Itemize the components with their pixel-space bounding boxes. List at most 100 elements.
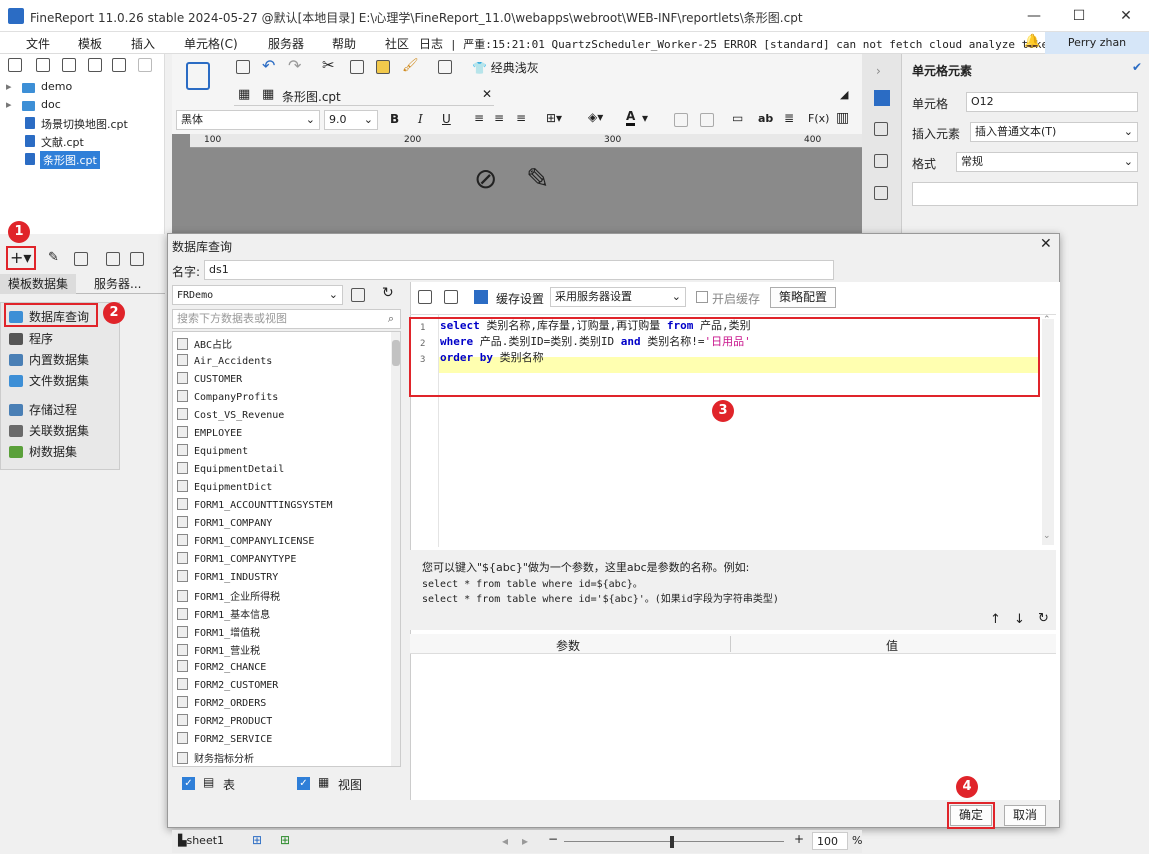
condition-icon[interactable] <box>874 186 888 200</box>
edit-cell-icon[interactable]: ✎ <box>526 162 549 195</box>
open-icon[interactable] <box>36 58 50 72</box>
zoom-in-icon[interactable]: + <box>794 832 804 846</box>
table-list-scrollbar[interactable] <box>392 340 400 366</box>
find-icon[interactable] <box>438 60 452 74</box>
unmerge-icon[interactable] <box>700 113 714 127</box>
table-item[interactable]: Cost_VS_Revenue <box>177 408 284 421</box>
table-item[interactable]: ABC占比 <box>177 336 232 351</box>
table-item[interactable]: FORM2_CUSTOMER <box>177 678 278 691</box>
table-item[interactable]: EquipmentDetail <box>177 462 284 475</box>
table-checkbox[interactable]: ✓ <box>182 777 195 790</box>
sql-scrollbar[interactable] <box>1042 319 1054 545</box>
add-sheet-icon[interactable]: ⊞ <box>252 833 262 847</box>
tree-item-scene-map[interactable]: 场景切换地图.cpt <box>41 116 128 132</box>
sheet-tab[interactable]: ▙sheet1 <box>178 834 224 847</box>
menu-server[interactable]: 服务器 <box>268 35 304 52</box>
menu-item-builtin[interactable]: 内置数据集 <box>9 351 89 368</box>
strategy-button[interactable]: 策略配置 <box>770 287 836 308</box>
formula-icon[interactable]: F(x) <box>808 112 829 125</box>
table-item[interactable]: EMPLOYEE <box>177 426 242 439</box>
table-item[interactable]: FORM1_COMPANYLICENSE <box>177 534 314 547</box>
refresh-icon[interactable]: ↻ <box>382 285 394 301</box>
text-align-icon[interactable]: ≣ <box>784 111 794 125</box>
save-icon[interactable] <box>236 60 250 74</box>
table-item[interactable]: EquipmentDict <box>177 480 272 493</box>
menu-file[interactable]: 文件 <box>26 35 50 52</box>
dialog-close-button[interactable]: ✕ <box>1040 236 1052 252</box>
menu-item-tree[interactable]: 树数据集 <box>9 443 77 460</box>
preview-icon[interactable] <box>106 252 120 266</box>
connection-select[interactable]: FRDemo ⌄ <box>172 285 343 305</box>
template-icon[interactable] <box>186 62 210 90</box>
format-select[interactable]: 常规 ⌄ <box>956 152 1138 172</box>
border-icon[interactable]: ⊞▾ <box>546 111 562 125</box>
delete-dataset-icon[interactable] <box>74 252 88 266</box>
sql-format-icon[interactable] <box>444 290 458 304</box>
menu-cell[interactable]: 单元格(C) <box>184 35 238 52</box>
table-item[interactable]: FORM2_SERVICE <box>177 732 272 745</box>
table-item[interactable]: FORM1_COMPANYTYPE <box>177 552 296 565</box>
cache-select[interactable]: 采用服务器设置 ⌄ <box>550 287 686 307</box>
format-brush-icon[interactable]: 🖌 <box>402 58 419 73</box>
theme-button[interactable]: 👕 经典浅灰 <box>472 59 539 76</box>
cell-element-icon[interactable] <box>874 90 890 106</box>
maximize-button[interactable]: ☐ <box>1056 0 1102 32</box>
font-color-icon[interactable]: A <box>626 109 636 126</box>
table-item[interactable]: FORM2_ORDERS <box>177 696 266 709</box>
text-icon[interactable]: ab <box>758 112 773 125</box>
new-folder-icon[interactable] <box>8 58 22 72</box>
preview-query-icon[interactable] <box>418 290 432 304</box>
delete-icon[interactable] <box>112 58 126 72</box>
edit-connection-icon[interactable] <box>351 288 365 302</box>
table-item[interactable]: CompanyProfits <box>177 390 278 403</box>
paste-icon[interactable] <box>376 60 390 74</box>
tree-item-bar-chart[interactable]: 条形图.cpt <box>40 151 100 169</box>
copy-cell-icon[interactable] <box>350 60 364 74</box>
tab-template-dataset[interactable]: 模板数据集 <box>0 274 77 294</box>
table-item[interactable]: FORM1_企业所得税 <box>177 588 280 603</box>
tab-bar-chart[interactable]: 条形图.cpt <box>282 88 341 105</box>
zoom-slider[interactable] <box>564 841 784 842</box>
table-item[interactable]: FORM2_PRODUCT <box>177 714 272 727</box>
add-dataset-button[interactable]: +▾ <box>10 248 31 267</box>
cell-input[interactable]: O12 <box>966 92 1138 112</box>
menu-help[interactable]: 帮助 <box>332 35 356 52</box>
zoom-thumb[interactable] <box>670 836 674 848</box>
menu-item-relation[interactable]: 关联数据集 <box>9 422 89 439</box>
expand-arrow-icon[interactable]: ▸ <box>6 98 12 111</box>
menu-item-file[interactable]: 文件数据集 <box>9 372 89 389</box>
search-dataset-icon[interactable] <box>130 252 144 266</box>
cancel-button[interactable]: 取消 <box>1004 805 1046 826</box>
table-search-input[interactable]: 搜索下方数据表或视图 ⌕ <box>172 309 401 329</box>
menu-template[interactable]: 模板 <box>78 35 102 52</box>
user-name[interactable]: Perry zhan <box>1045 32 1149 54</box>
collapse-arrow-icon[interactable]: › <box>876 64 881 78</box>
menu-community[interactable]: 社区 <box>385 35 409 52</box>
close-tab-icon[interactable]: ✕ <box>482 87 492 101</box>
widget-icon[interactable] <box>874 154 888 168</box>
expand-arrow-icon[interactable]: ▸ <box>6 80 12 93</box>
table-item[interactable]: Air_Accidents <box>177 354 272 367</box>
grid-icon[interactable]: ▦ <box>238 87 250 102</box>
align-right-icon[interactable]: ≡ <box>516 111 526 125</box>
zoom-input[interactable]: 100 <box>812 832 848 850</box>
underline-icon[interactable]: U <box>442 112 451 126</box>
table-item[interactable]: FORM1_增值税 <box>177 624 260 639</box>
move-up-icon[interactable]: ↑ <box>990 612 1001 627</box>
view-checkbox[interactable]: ✓ <box>297 777 310 790</box>
minimize-button[interactable]: — <box>1011 0 1057 32</box>
hide-icon[interactable]: ⊘ <box>474 162 497 195</box>
table-item[interactable]: FORM1_ACCOUNTTINGSYSTEM <box>177 498 332 511</box>
undo-icon[interactable]: ↶ <box>262 56 275 75</box>
chart-icon[interactable]: ▥ <box>836 110 849 126</box>
merge-icon[interactable] <box>674 113 688 127</box>
edit-icon[interactable]: ✎ <box>48 250 59 265</box>
properties-icon[interactable] <box>62 58 76 72</box>
menu-item-stored-procedure[interactable]: 存储过程 <box>9 401 77 418</box>
textbox-icon[interactable]: ▭ <box>732 111 743 125</box>
tree-item-literature[interactable]: 文献.cpt <box>41 134 84 150</box>
close-window-button[interactable]: ✕ <box>1103 0 1149 32</box>
table-item[interactable]: FORM1_INDUSTRY <box>177 570 278 583</box>
menu-log[interactable]: 日志 <box>419 35 443 52</box>
refresh-params-icon[interactable]: ↻ <box>1038 611 1049 626</box>
